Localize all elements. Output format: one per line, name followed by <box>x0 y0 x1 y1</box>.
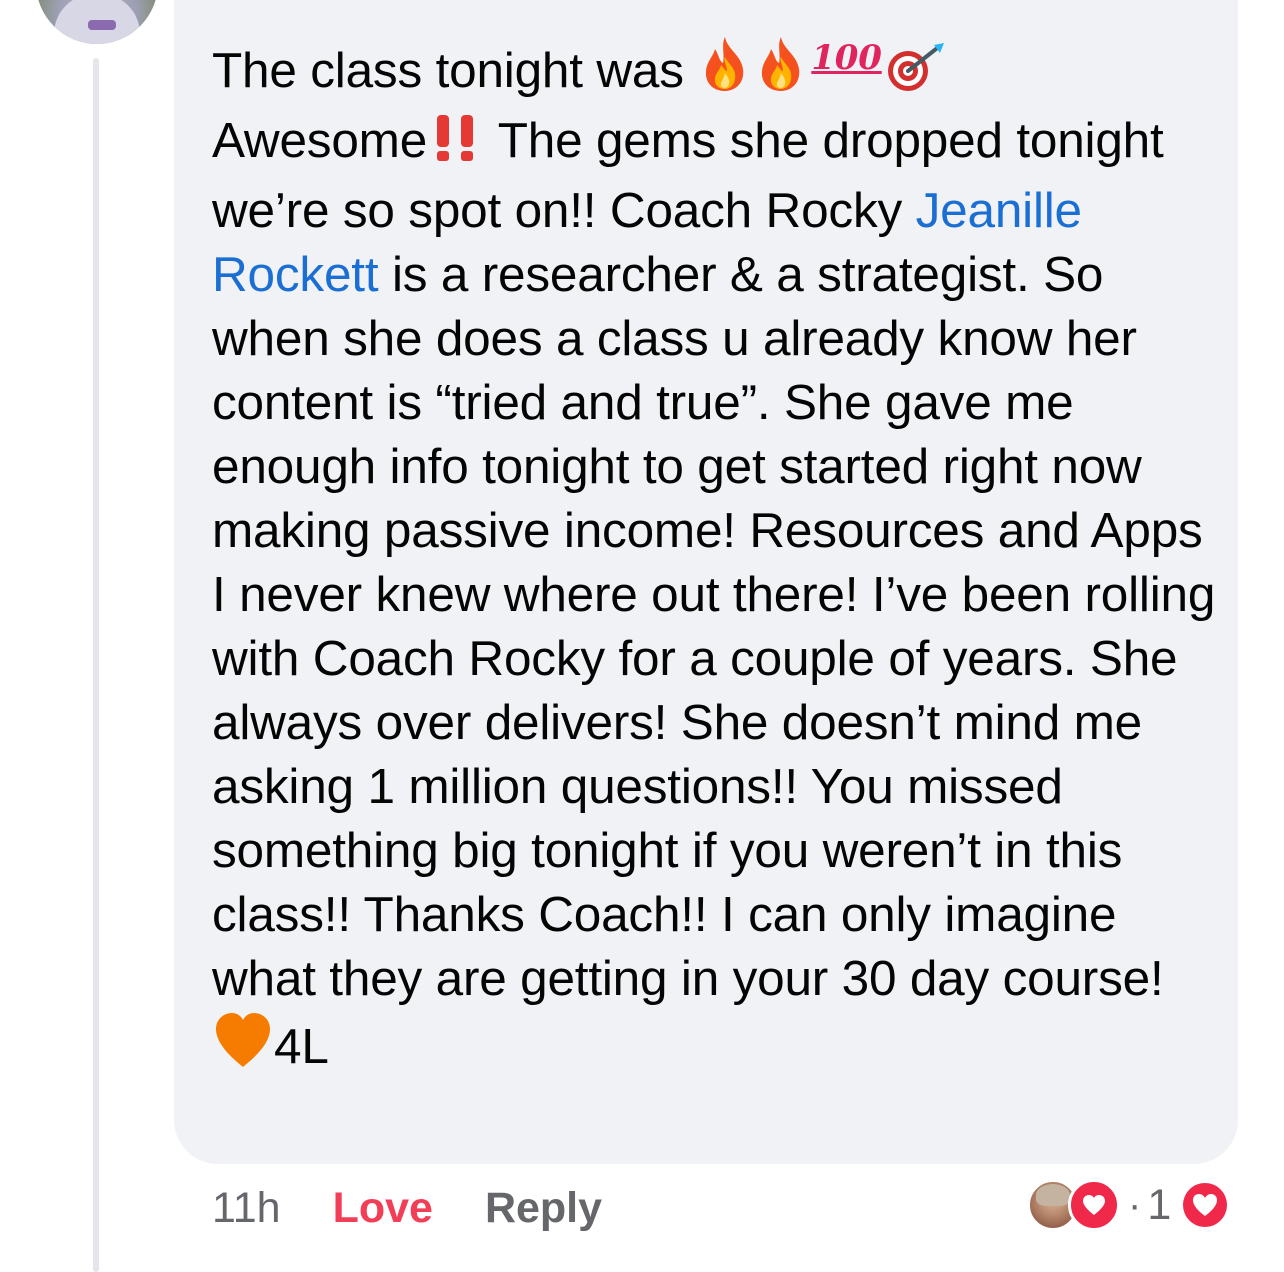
double-exclamation-emoji-icon <box>427 113 485 179</box>
comment-text-part-c: is a researcher & a strategist. So when … <box>212 247 1216 1006</box>
comment-text-end: 4L <box>274 1019 329 1074</box>
fire-emoji-icon <box>697 35 753 109</box>
reaction-count: 1 <box>1147 1180 1172 1229</box>
love-reaction-button[interactable]: Love <box>333 1184 433 1233</box>
avatar-shirt-print <box>88 20 116 30</box>
hundred-points-emoji-icon: 100 <box>811 38 882 78</box>
commenter-avatar[interactable] <box>36 0 158 44</box>
fire-emoji-icon <box>753 35 809 109</box>
reply-thread-line <box>93 58 99 1272</box>
heart-reaction-icon <box>1068 1179 1120 1231</box>
direct-hit-target-emoji-icon <box>884 41 946 109</box>
reactor-avatar-hair <box>1036 1184 1070 1206</box>
reply-button[interactable]: Reply <box>485 1184 602 1233</box>
reaction-summary[interactable]: · 1 <box>1028 1179 1229 1231</box>
comment-text-awesome: Awesome <box>212 113 428 168</box>
heart-outline-icon[interactable] <box>1181 1181 1229 1229</box>
comment-actions: 11h Love Reply <box>212 1180 602 1236</box>
comment-body: The class tonight was 100 Awesome The gem… <box>212 26 1222 1085</box>
separator-dot: · <box>1128 1182 1142 1227</box>
comment-timestamp[interactable]: 11h <box>212 1184 281 1233</box>
comment-line-1: The class tonight was <box>212 43 698 98</box>
orange-heart-emoji-icon <box>212 1011 274 1085</box>
